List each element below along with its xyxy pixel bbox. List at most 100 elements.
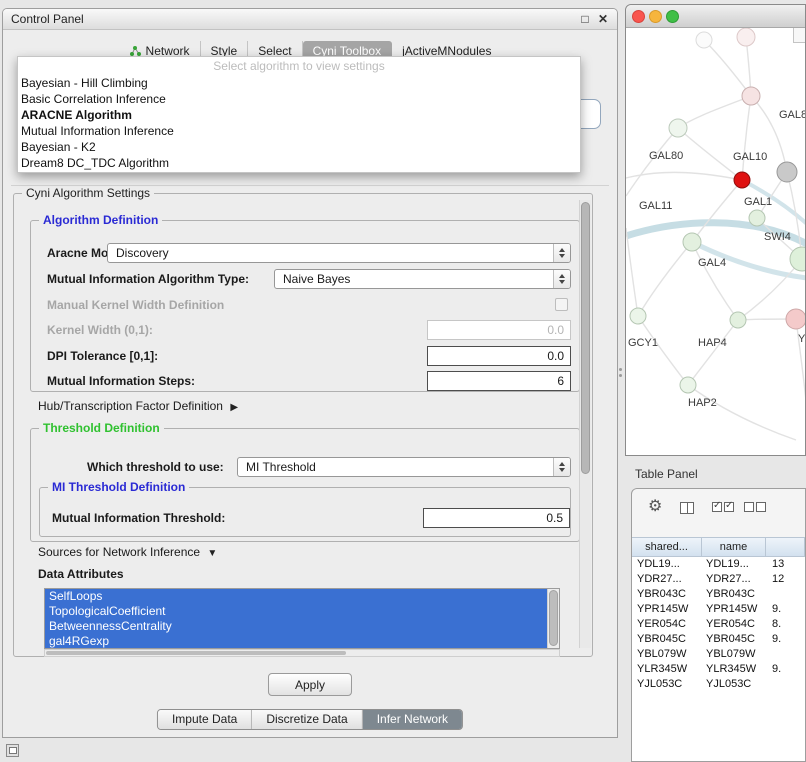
network-edge[interactable] [638, 316, 688, 385]
network-node[interactable] [734, 172, 750, 188]
network-edge[interactable] [692, 180, 742, 242]
table-row[interactable]: YJL053CYJL053C [632, 677, 805, 692]
attribute-list-item[interactable]: SelfLoops [45, 589, 547, 604]
table-row[interactable]: YBL079WYBL079W [632, 647, 805, 662]
network-edge[interactable] [626, 228, 638, 316]
deselect-all-columns-icon[interactable] [744, 502, 766, 512]
network-node[interactable] [749, 210, 765, 226]
which-threshold-select[interactable]: MI Threshold [237, 457, 571, 477]
column-header-partial[interactable] [766, 538, 805, 556]
network-edge[interactable] [626, 128, 678, 196]
data-attributes-rows: SelfLoopsTopologicalCoefficientBetweenne… [45, 589, 547, 648]
apply-button[interactable]: Apply [268, 673, 352, 696]
network-node[interactable] [786, 309, 805, 329]
attributes-vertical-scrollbar[interactable] [547, 589, 559, 648]
close-traffic-light-icon[interactable] [632, 10, 645, 23]
network-edge[interactable] [626, 172, 742, 180]
table-row[interactable]: YLR345WYLR345W9. [632, 662, 805, 677]
data-attributes-list[interactable]: SelfLoopsTopologicalCoefficientBetweenne… [44, 588, 560, 649]
control-panel-window: Control Panel □ ✕ Network Style Select [2, 8, 618, 738]
network-node[interactable] [680, 377, 696, 393]
table-row[interactable]: YPR145WYPR145W9. [632, 602, 805, 617]
which-threshold-value: MI Threshold [246, 458, 316, 476]
dpi-tolerance-field[interactable]: 0.0 [427, 346, 571, 366]
table-cell: 9. [766, 602, 805, 617]
sources-section-toggle[interactable]: Sources for Network Inference ▼ [38, 544, 217, 562]
tab-discretize-data[interactable]: Discretize Data [251, 710, 361, 729]
zoom-traffic-light-icon[interactable] [666, 10, 679, 23]
table-row[interactable]: YBR045CYBR045C9. [632, 632, 805, 647]
hub-section-toggle[interactable]: Hub/Transcription Factor Definition ▶ [38, 398, 238, 416]
network-edge[interactable] [678, 96, 751, 128]
algorithm-option[interactable]: Dream8 DC_TDC Algorithm [18, 155, 580, 171]
network-edge[interactable] [688, 385, 796, 440]
panel-restore-icon[interactable] [6, 744, 19, 757]
columns-icon[interactable] [680, 502, 694, 514]
kernel-width-field[interactable]: 0.0 [427, 320, 571, 340]
manual-kernel-width-checkbox[interactable] [555, 298, 568, 311]
network-node[interactable] [696, 32, 712, 48]
column-header-name[interactable]: name [702, 538, 766, 556]
table-row[interactable]: YDL19...YDL19...13 [632, 557, 805, 572]
column-header-shared-name[interactable]: shared... [632, 538, 702, 556]
attribute-list-item[interactable]: gal4RGexp [45, 634, 547, 648]
table-row[interactable]: YER054CYER054C8. [632, 617, 805, 632]
algorithm-definition-group: Algorithm Definition Aracne Mode: Discov… [30, 220, 580, 392]
scrollbar-thumb[interactable] [46, 651, 346, 655]
network-edge[interactable] [704, 40, 751, 96]
mi-algorithm-type-select[interactable]: Naive Bayes [274, 269, 571, 289]
tab-impute-data[interactable]: Impute Data [158, 710, 251, 729]
settings-vertical-scrollbar[interactable] [579, 200, 591, 648]
algorithm-option[interactable]: ARACNE Algorithm [18, 107, 580, 123]
network-node-label: GAL10 [733, 151, 767, 163]
mi-steps-label: Mutual Information Steps: [47, 371, 195, 391]
close-icon[interactable]: ✕ [595, 11, 611, 27]
attribute-list-item[interactable]: TopologicalCoefficient [45, 604, 547, 619]
mi-algorithm-type-value: Naive Bayes [283, 270, 350, 288]
float-window-icon[interactable]: □ [577, 11, 593, 27]
table-cell: 9. [766, 662, 805, 677]
splitter-handle[interactable] [617, 368, 623, 384]
table-cell [766, 677, 805, 692]
network-node[interactable] [669, 119, 687, 137]
table-row[interactable]: YDR27...YDR27...12 [632, 572, 805, 587]
attributes-horizontal-scrollbar[interactable] [44, 649, 560, 657]
network-edge[interactable] [638, 242, 692, 316]
aracne-mode-select[interactable]: Discovery [107, 243, 571, 263]
tab-infer-network[interactable]: Infer Network [362, 710, 462, 729]
canvas-corner-widget[interactable] [793, 28, 805, 43]
network-node[interactable] [630, 308, 646, 324]
network-node-label: GAL1 [744, 196, 772, 208]
network-graph: GAL80GAL10GAL11GAL1SWI4GAL4GCY1HAP4HAP2G… [626, 28, 805, 455]
table-cell: YBL079W [632, 647, 702, 662]
mi-algorithm-type-label: Mutual Information Algorithm Type: [47, 269, 249, 289]
network-edge[interactable] [742, 96, 751, 180]
table-cell: YDR27... [632, 572, 702, 587]
bottom-tabbar: Impute Data Discretize Data Infer Networ… [157, 709, 463, 730]
table-body: YDL19...YDL19...13YDR27...YDR27...12YBR0… [632, 557, 805, 761]
algorithm-option[interactable]: Bayesian - K2 [18, 139, 580, 155]
mi-threshold-field[interactable]: 0.5 [423, 508, 570, 528]
table-row[interactable]: YBR043CYBR043C [632, 587, 805, 602]
network-node[interactable] [737, 28, 755, 46]
network-edge[interactable] [688, 320, 738, 385]
table-cell: 13 [766, 557, 805, 572]
algorithm-option[interactable]: Basic Correlation Inference [18, 91, 580, 107]
minimize-traffic-light-icon[interactable] [649, 10, 662, 23]
scrollbar-thumb[interactable] [549, 590, 558, 646]
attribute-list-item[interactable]: BetweennessCentrality [45, 619, 547, 634]
select-all-columns-icon[interactable] [712, 502, 734, 512]
scrollbar-thumb[interactable] [581, 202, 590, 474]
algorithm-option[interactable]: Mutual Information Inference [18, 123, 580, 139]
mi-steps-field[interactable]: 6 [427, 371, 571, 391]
algorithm-option[interactable]: Bayesian - Hill Climbing [18, 75, 580, 91]
network-canvas[interactable]: GAL80GAL10GAL11GAL1SWI4GAL4GCY1HAP4HAP2G… [626, 28, 805, 455]
network-node[interactable] [730, 312, 746, 328]
table-cell: YBR043C [702, 587, 766, 602]
which-threshold-label: Which threshold to use: [87, 457, 224, 477]
network-node[interactable] [683, 233, 701, 251]
network-node[interactable] [742, 87, 760, 105]
network-node[interactable] [777, 162, 797, 182]
expand-arrow-icon: ▶ [230, 402, 238, 413]
gear-icon[interactable]: ⚙ [648, 499, 662, 515]
